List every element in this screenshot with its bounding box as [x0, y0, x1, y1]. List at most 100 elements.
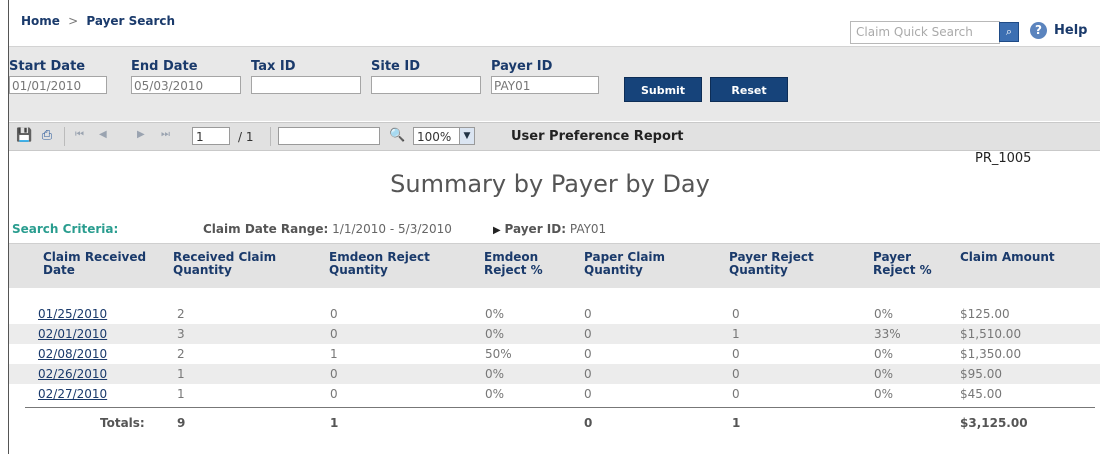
- claim-date-cell[interactable]: 02/01/2010: [38, 327, 107, 341]
- chevron-down-icon[interactable]: ▼: [459, 128, 474, 144]
- first-page-icon[interactable]: ⏮: [75, 129, 84, 140]
- claim-amount-cell: $125.00: [960, 307, 1010, 321]
- claim-date-link[interactable]: 02/26/2010: [38, 367, 107, 381]
- emdeon-reject-quantity-cell: 0: [330, 327, 338, 341]
- quick-search-input[interactable]: Claim Quick Search: [850, 21, 1000, 44]
- payer-reject-percent-cell: 33%: [874, 327, 901, 341]
- received-quantity-cell: 2: [177, 307, 185, 321]
- column-header[interactable]: Emdeon Reject %: [484, 251, 543, 277]
- page-total: / 1: [238, 130, 254, 144]
- page-number-input[interactable]: 1: [192, 127, 230, 145]
- claim-date-link[interactable]: 02/01/2010: [38, 327, 107, 341]
- search-icon[interactable]: ⌕: [999, 22, 1019, 42]
- breadcrumb-home[interactable]: Home: [21, 14, 60, 28]
- paper-claim-quantity-cell: 0: [584, 347, 592, 361]
- paper-claim-quantity-cell: 0: [584, 367, 592, 381]
- header: Home > Payer Search Claim Quick Search ⌕…: [9, 0, 1100, 46]
- zoom-value: 100%: [417, 130, 452, 144]
- claim-date-cell[interactable]: 02/26/2010: [38, 367, 107, 381]
- payer-reject-quantity-cell: 0: [732, 347, 740, 361]
- tax-id-field[interactable]: [251, 76, 361, 94]
- claim-date-cell[interactable]: 02/08/2010: [38, 347, 107, 361]
- start-date-field[interactable]: 01/01/2010: [9, 76, 107, 94]
- payer-reject-percent-cell: 0%: [874, 387, 894, 401]
- paper-claim-quantity-cell: 0: [584, 327, 592, 341]
- breadcrumb: Home > Payer Search: [21, 14, 175, 28]
- claim-amount-cell: $1,350.00: [960, 347, 1022, 361]
- totals-divider: [25, 407, 1095, 408]
- claim-date-cell[interactable]: 01/25/2010: [38, 307, 107, 321]
- table-header: Claim Received Date Received Claim Quantit…: [9, 243, 1100, 288]
- export-icon[interactable]: 💾: [16, 128, 32, 144]
- paper-claim-quantity-cell: 0: [584, 307, 592, 321]
- report-name: User Preference Report: [511, 129, 684, 144]
- binoculars-icon[interactable]: 🔍: [389, 128, 405, 144]
- print-icon[interactable]: ⎙: [39, 128, 55, 144]
- received-quantity-cell: 1: [177, 387, 185, 401]
- column-header[interactable]: Payer Reject Quantity: [729, 251, 814, 277]
- column-header[interactable]: Payer Reject %: [873, 251, 932, 277]
- toolbar-divider: [270, 127, 271, 146]
- payer-criteria-value: PAY01: [569, 222, 607, 236]
- next-page-icon[interactable]: ▶: [137, 129, 145, 140]
- payer-reject-quantity-cell: 1: [732, 327, 740, 341]
- tax-id-label: Tax ID: [251, 59, 296, 74]
- totals-paper-claim-quantity: 0: [584, 416, 593, 430]
- reset-button[interactable]: Reset: [710, 77, 788, 102]
- end-date-field[interactable]: 05/03/2010: [131, 76, 241, 94]
- claim-amount-cell: $1,510.00: [960, 327, 1022, 341]
- payer-reject-quantity-cell: 0: [732, 367, 740, 381]
- received-quantity-cell: 1: [177, 367, 185, 381]
- date-range-criteria: Claim Date Range: 1/1/2010 - 5/3/2010: [203, 222, 452, 236]
- table-row: 02/26/2010 1 0 0% 0 0 0% $95.00: [9, 364, 1100, 384]
- payer-criteria: ▶ Payer ID: PAY01: [493, 222, 606, 236]
- emdeon-reject-percent-cell: 0%: [485, 327, 505, 341]
- claim-date-link[interactable]: 02/27/2010: [38, 387, 107, 401]
- payer-reject-quantity-cell: 0: [732, 307, 740, 321]
- claim-date-link[interactable]: 02/08/2010: [38, 347, 107, 361]
- totals-emdeon-reject-quantity: 1: [330, 416, 339, 430]
- site-id-label: Site ID: [371, 59, 421, 74]
- end-date-label: End Date: [131, 59, 198, 74]
- received-quantity-cell: 3: [177, 327, 185, 341]
- claim-date-cell[interactable]: 02/27/2010: [38, 387, 107, 401]
- site-id-field[interactable]: [371, 76, 481, 94]
- column-header[interactable]: Claim Received Date: [43, 251, 146, 277]
- date-range-label: Claim Date Range:: [203, 222, 329, 236]
- find-text-input[interactable]: [278, 127, 380, 145]
- previous-page-icon[interactable]: ◀: [99, 129, 107, 140]
- zoom-select[interactable]: 100% ▼: [413, 127, 475, 145]
- toolbar-divider: [64, 127, 65, 146]
- triangle-right-icon: ▶: [493, 225, 501, 236]
- last-page-icon[interactable]: ⏭: [161, 129, 170, 140]
- help-link[interactable]: Help: [1054, 23, 1087, 38]
- help-icon[interactable]: ?: [1030, 22, 1047, 39]
- claim-amount-cell: $45.00: [960, 387, 1002, 401]
- payer-reject-percent-cell: 0%: [874, 307, 894, 321]
- emdeon-reject-quantity-cell: 0: [330, 387, 338, 401]
- column-header[interactable]: Emdeon Reject Quantity: [329, 251, 430, 277]
- payer-id-field[interactable]: PAY01: [491, 76, 599, 94]
- totals-claim-amount: $3,125.00: [960, 416, 1028, 430]
- claim-date-link[interactable]: 01/25/2010: [38, 307, 107, 321]
- column-header[interactable]: Received Claim Quantity: [173, 251, 276, 277]
- payer-reject-percent-cell: 0%: [874, 347, 894, 361]
- quick-search-placeholder: Claim Quick Search: [856, 25, 973, 39]
- column-header[interactable]: Claim Amount: [960, 251, 1055, 264]
- paper-claim-quantity-cell: 0: [584, 387, 592, 401]
- emdeon-reject-percent-cell: 0%: [485, 367, 505, 381]
- search-criteria-heading: Search Criteria:: [12, 222, 119, 236]
- payer-id-label: Payer ID: [491, 59, 553, 74]
- payer-reject-quantity-cell: 0: [732, 387, 740, 401]
- report-title: Summary by Payer by Day: [390, 170, 710, 198]
- breadcrumb-separator: >: [68, 14, 79, 28]
- column-header[interactable]: Paper Claim Quantity: [584, 251, 665, 277]
- totals-payer-reject-quantity: 1: [732, 416, 741, 430]
- emdeon-reject-percent-cell: 50%: [485, 347, 512, 361]
- totals-received-quantity: 9: [177, 416, 186, 430]
- filter-bar: Start Date 01/01/2010 End Date 05/03/201…: [9, 46, 1100, 121]
- emdeon-reject-quantity-cell: 0: [330, 307, 338, 321]
- table-row: 02/01/2010 3 0 0% 0 1 33% $1,510.00: [9, 324, 1100, 344]
- report-toolbar: 💾 ⎙ ⏮ ◀ ▶ ⏭ 1 / 1 🔍 100% ▼ User Preferen…: [9, 122, 1100, 151]
- submit-button[interactable]: Submit: [624, 77, 702, 102]
